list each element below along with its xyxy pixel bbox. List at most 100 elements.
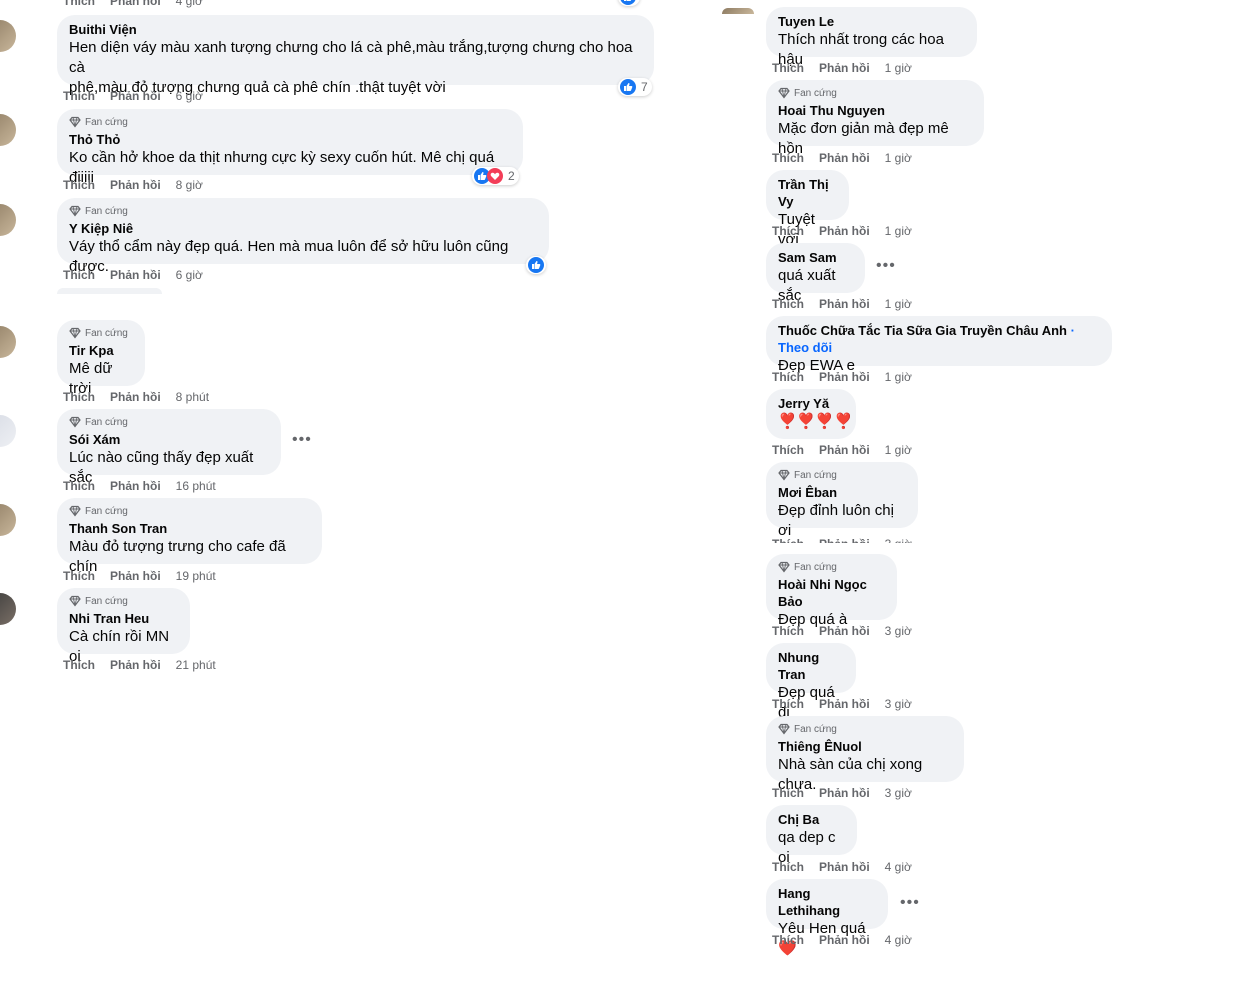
avatar[interactable] — [0, 504, 16, 536]
comment-time: 6 giờ — [175, 268, 203, 282]
like-button[interactable]: Thích — [772, 60, 804, 76]
comment-bubble: Fan cứng Tir Kpa Mê dữ trời — [57, 320, 145, 397]
comment-text: Đẹp đỉnh luôn chị ơi — [778, 502, 894, 539]
fan-badge: Fan cứng — [778, 86, 972, 100]
reply-button[interactable]: Phản hồi — [110, 177, 161, 193]
like-button[interactable]: Thích — [772, 859, 804, 875]
fan-badge: Fan cứng — [69, 204, 537, 218]
reply-button[interactable]: Phản hồi — [819, 442, 870, 458]
avatar[interactable] — [0, 326, 16, 358]
comment-author[interactable]: Mơi Êban — [778, 484, 906, 501]
comment-author[interactable]: Chị Ba — [778, 811, 845, 828]
comment-author[interactable]: Thuốc Chữa Tắc Tia Sữa Gia Truyền Châu A… — [778, 322, 1100, 356]
like-button[interactable]: Thích — [772, 696, 804, 712]
reply-button[interactable]: Phản hồi — [819, 932, 870, 948]
like-button[interactable]: Thích — [63, 478, 95, 494]
reply-button[interactable]: Phản hồi — [110, 389, 161, 405]
comment-author[interactable]: Y Kiệp Niê — [69, 220, 537, 237]
comment-bubble: Sam Sam quá xuất sắc — [766, 243, 865, 304]
comment-author[interactable]: Nhung Tran — [778, 649, 844, 683]
comment-actions: Thích Phản hồi 3 giờ — [772, 696, 912, 712]
comment-author[interactable]: Nhi Tran Heu — [69, 610, 178, 627]
reaction-summary[interactable] — [526, 256, 546, 274]
reaction-summary[interactable]: 7 — [618, 78, 652, 96]
avatar[interactable] — [0, 415, 16, 447]
comment-actions: Thích Phản hồi 8 giờ — [63, 177, 203, 193]
comment-author[interactable]: Hoai Thu Nguyen — [778, 102, 972, 119]
like-button[interactable]: Thích — [772, 150, 804, 166]
comment-actions: Thích Phản hồi 1 giờ — [772, 296, 912, 312]
comment-actions: Thích Phản hồi 1 giờ — [772, 223, 912, 239]
reply-button[interactable]: Phản hồi — [110, 657, 161, 673]
comment-author[interactable]: Sói Xám — [69, 431, 269, 448]
reply-button[interactable]: Phản hồi — [110, 88, 161, 104]
more-options-icon[interactable]: ••• — [292, 431, 312, 449]
more-options-icon[interactable]: ••• — [900, 894, 920, 912]
avatar[interactable] — [0, 204, 16, 236]
fan-badge: Fan cứng — [778, 722, 952, 736]
comment-author[interactable]: Sam Sam — [778, 249, 853, 266]
comment-author[interactable]: Buithi Viện — [69, 21, 642, 38]
comment-actions: Thích Phản hồi 1 giờ — [772, 150, 912, 166]
comment-actions: Thích Phản hồi 1 giờ — [772, 60, 912, 76]
like-button[interactable]: Thích — [772, 296, 804, 312]
like-button[interactable]: Thích — [772, 623, 804, 639]
reply-button[interactable]: Phản hồi — [819, 296, 870, 312]
like-button[interactable]: Thích — [63, 88, 95, 104]
like-button[interactable]: Thích — [63, 177, 95, 193]
reply-button[interactable]: Phản hồi — [110, 0, 161, 9]
reply-button[interactable]: Phản hồi — [110, 478, 161, 494]
comment-bubble: Fan cứng Thỏ Thỏ Ko cần hở khoe da thịt … — [57, 109, 523, 186]
reply-button[interactable]: Phản hồi — [819, 223, 870, 239]
comment-bubble: Fan cứng Nhi Tran Heu Cà chín rồi MN oi — [57, 588, 190, 665]
like-button[interactable]: Thích — [63, 267, 95, 283]
comment-author[interactable]: Tuyen Le — [778, 13, 965, 30]
reaction-summary[interactable] — [618, 0, 640, 6]
comment-time: 6 giờ — [175, 89, 203, 103]
comment-bubble: Thuốc Chữa Tắc Tia Sữa Gia Truyền Châu A… — [766, 316, 1112, 374]
fan-badge: Fan cứng — [778, 560, 885, 574]
like-button[interactable]: Thích — [772, 932, 804, 948]
comment-actions: Thích Phản hồi 3 giờ — [772, 785, 912, 801]
reaction-summary[interactable]: 2 — [472, 167, 519, 185]
comment-author[interactable]: Hoài Nhi Ngọc Bảo — [778, 576, 885, 610]
comment-author[interactable]: Trần Thị Vy — [778, 176, 837, 210]
like-button[interactable]: Thích — [772, 223, 804, 239]
fan-badge: Fan cứng — [69, 504, 310, 518]
reply-button[interactable]: Phản hồi — [819, 859, 870, 875]
comment-author[interactable]: Tir Kpa — [69, 342, 133, 359]
avatar[interactable] — [0, 114, 16, 146]
reply-button[interactable]: Phản hồi — [819, 150, 870, 166]
comment-bubble: Fan cứng Thanh Son Tran Màu đỏ tượng trư… — [57, 498, 322, 575]
comment-author[interactable]: Thanh Son Tran — [69, 520, 310, 537]
reply-button[interactable]: Phản hồi — [819, 623, 870, 639]
like-button[interactable]: Thích — [63, 0, 95, 9]
comment-author[interactable]: Hang Lethihang — [778, 885, 876, 919]
comment-actions: Thích Phản hồi 6 giờ — [63, 88, 203, 104]
like-button[interactable]: Thích — [63, 568, 95, 584]
like-button[interactable]: Thích — [772, 369, 804, 385]
avatar[interactable] — [722, 8, 754, 14]
reply-button[interactable]: Phản hồi — [819, 60, 870, 76]
comment-time: 1 giờ — [884, 224, 912, 238]
reply-button[interactable]: Phản hồi — [819, 785, 870, 801]
comment-bubble: Fan cứng Mơi Êban Đẹp đỉnh luôn chị ơi — [766, 462, 918, 539]
like-button[interactable]: Thích — [772, 442, 804, 458]
reply-button[interactable]: Phản hồi — [819, 696, 870, 712]
reply-button[interactable]: Phản hồi — [819, 369, 870, 385]
more-options-icon[interactable]: ••• — [876, 257, 896, 275]
comment-author[interactable]: Thiêng ÊNuol — [778, 738, 952, 755]
like-button[interactable]: Thích — [63, 389, 95, 405]
like-button[interactable]: Thích — [63, 657, 95, 673]
avatar[interactable] — [0, 20, 16, 52]
reply-button[interactable]: Phản hồi — [110, 568, 161, 584]
comment-time: 1 giờ — [884, 151, 912, 165]
comment-time: 1 giờ — [884, 443, 912, 457]
comment-time: 4 giờ — [175, 0, 203, 8]
avatar[interactable] — [0, 593, 16, 625]
comment-author[interactable]: Jerry Yă — [778, 395, 844, 412]
reply-button[interactable]: Phản hồi — [110, 267, 161, 283]
like-button[interactable]: Thích — [772, 785, 804, 801]
comment-author[interactable]: Thỏ Thỏ — [69, 131, 511, 148]
reaction-count: 2 — [508, 169, 515, 183]
